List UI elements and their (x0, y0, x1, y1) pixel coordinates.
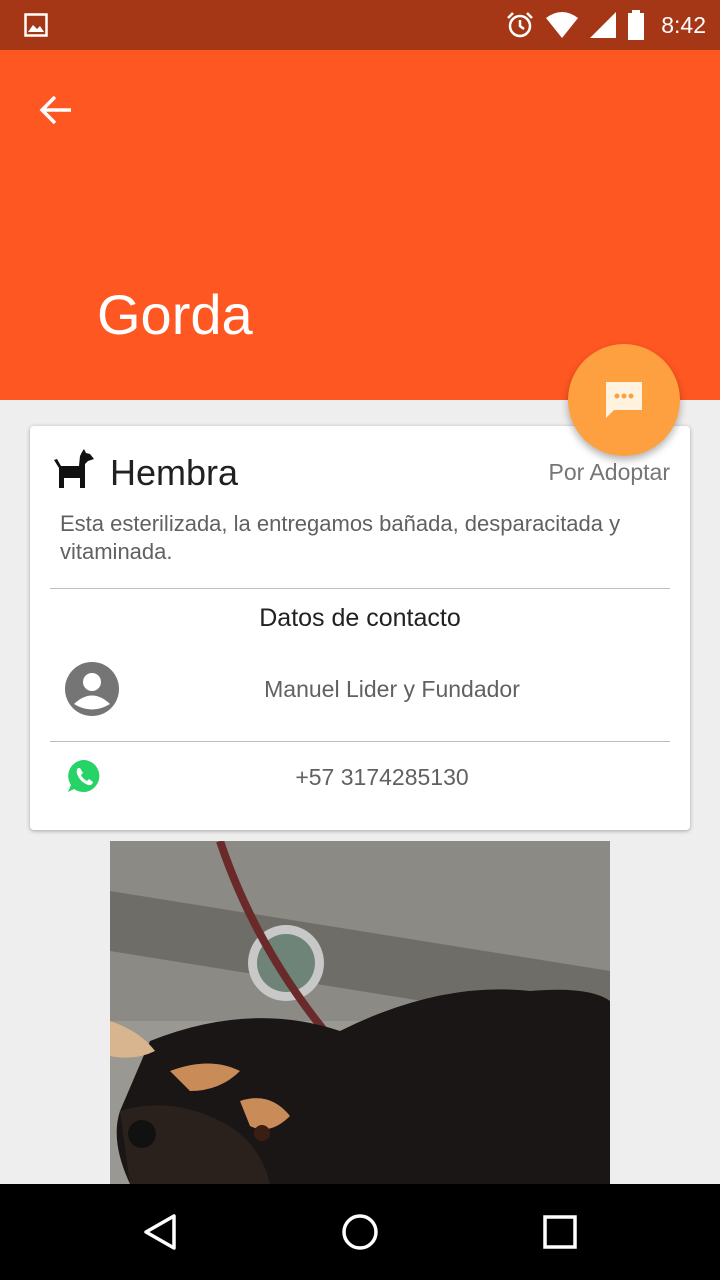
recents-square-icon (543, 1215, 577, 1249)
contact-phone[interactable]: +57 3174285130 (150, 764, 614, 791)
whatsapp-icon[interactable] (66, 758, 102, 794)
battery-icon (628, 10, 645, 40)
nav-back-button[interactable] (134, 1206, 186, 1258)
signal-icon (590, 12, 617, 38)
person-icon (65, 662, 119, 716)
home-circle-icon (342, 1214, 378, 1250)
divider (50, 741, 670, 742)
page-title: Gorda (97, 283, 253, 346)
pet-photo (110, 841, 610, 1184)
nav-recents-button[interactable] (534, 1206, 586, 1258)
wifi-icon (546, 12, 579, 38)
clock: 8:42 (661, 11, 706, 38)
contact-name: Manuel Lider y Fundador (264, 676, 520, 702)
contact-heading: Datos de contacto (259, 604, 461, 632)
pet-gender: Hembra (110, 452, 239, 493)
back-triangle-icon (144, 1214, 176, 1250)
arrow-back-icon (39, 95, 71, 125)
alarm-icon (507, 12, 534, 38)
status-icons: 8:42 (505, 8, 706, 42)
image-icon (24, 13, 48, 37)
chat-icon (606, 382, 642, 418)
divider (50, 588, 670, 589)
navigation-bar (0, 1184, 720, 1280)
status-bar: 8:42 (0, 0, 720, 50)
pet-description: Esta esterilizada, la entregamos bañada,… (60, 511, 621, 564)
pet-info-card: Hembra Por Adoptar Esta esterilizada, la… (30, 426, 690, 830)
dog-icon (54, 449, 94, 488)
back-button[interactable] (30, 84, 82, 136)
nav-home-button[interactable] (334, 1206, 386, 1258)
chat-button[interactable] (568, 344, 680, 456)
adoption-status: Por Adoptar (548, 459, 670, 485)
